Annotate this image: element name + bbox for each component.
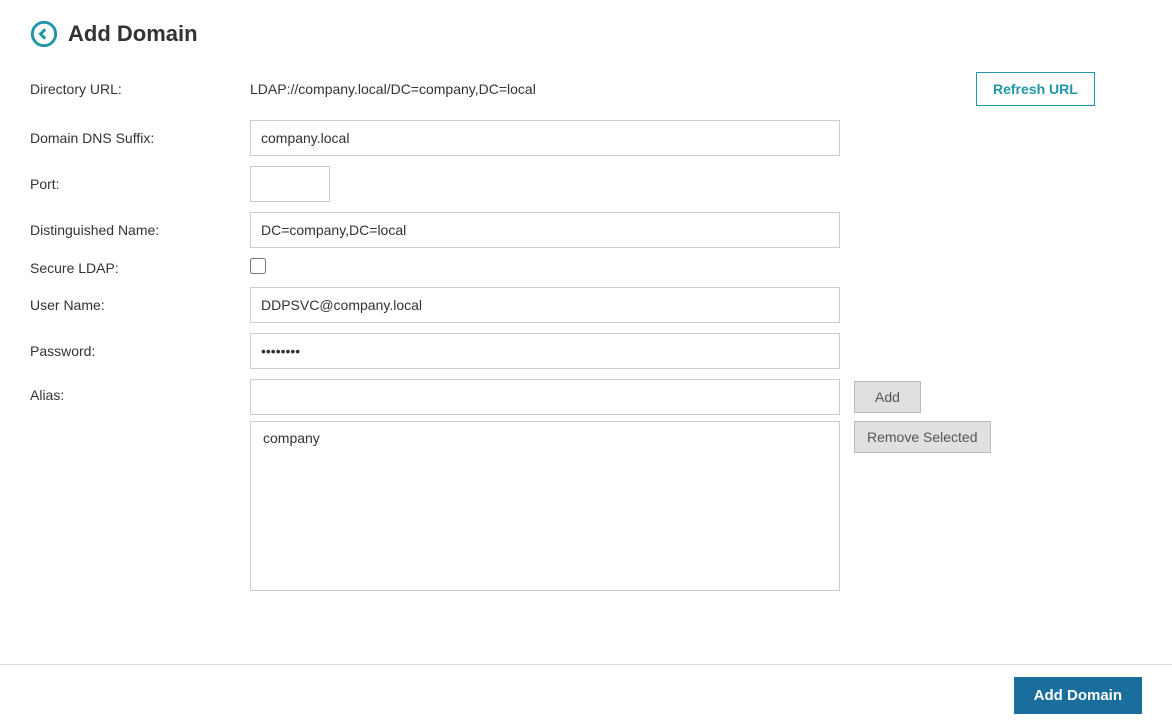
secure-ldap-row: Secure LDAP: — [30, 258, 1142, 277]
domain-dns-input[interactable] — [250, 120, 840, 156]
directory-url-row: Directory URL: LDAP://company.local/DC=c… — [30, 72, 1142, 106]
domain-dns-input-wrapper — [250, 120, 962, 156]
page-header: Add Domain — [30, 20, 1142, 48]
alias-section: Add company Remove Selected — [250, 379, 991, 591]
alias-listbox-row: company Remove Selected — [250, 421, 991, 591]
port-input-wrapper — [250, 166, 962, 202]
bottom-bar: Add Domain — [0, 664, 1172, 726]
refresh-url-button[interactable]: Refresh URL — [976, 72, 1095, 106]
remove-selected-button[interactable]: Remove Selected — [854, 421, 991, 453]
page-title: Add Domain — [68, 21, 198, 47]
username-row: User Name: — [30, 287, 1142, 323]
directory-url-value: LDAP://company.local/DC=company,DC=local — [250, 81, 962, 97]
alias-listbox[interactable]: company — [250, 421, 840, 591]
alias-row: Alias: Add company Remove Selected — [30, 379, 1142, 591]
username-label: User Name: — [30, 297, 250, 313]
password-row: Password: — [30, 333, 1142, 369]
port-input[interactable] — [250, 166, 330, 202]
distinguished-name-row: Distinguished Name: — [30, 212, 1142, 248]
port-label: Port: — [30, 176, 250, 192]
password-input[interactable] — [250, 333, 840, 369]
alias-input[interactable] — [250, 379, 840, 415]
alias-input-row: Add — [250, 379, 991, 415]
directory-url-label: Directory URL: — [30, 81, 250, 97]
password-input-wrapper — [250, 333, 962, 369]
list-item[interactable]: company — [259, 428, 831, 448]
username-input[interactable] — [250, 287, 840, 323]
secure-ldap-checkbox-wrapper — [250, 258, 962, 277]
username-input-wrapper — [250, 287, 962, 323]
domain-dns-label: Domain DNS Suffix: — [30, 130, 250, 146]
page-container: Add Domain Directory URL: LDAP://company… — [0, 0, 1172, 617]
secure-ldap-checkbox[interactable] — [250, 258, 266, 274]
add-domain-button[interactable]: Add Domain — [1014, 677, 1142, 714]
domain-dns-row: Domain DNS Suffix: — [30, 120, 1142, 156]
back-icon[interactable] — [30, 20, 58, 48]
distinguished-name-input[interactable] — [250, 212, 840, 248]
form: Directory URL: LDAP://company.local/DC=c… — [30, 72, 1142, 591]
distinguished-name-label: Distinguished Name: — [30, 222, 250, 238]
add-alias-button[interactable]: Add — [854, 381, 921, 413]
alias-label: Alias: — [30, 379, 250, 403]
port-row: Port: — [30, 166, 1142, 202]
distinguished-name-input-wrapper — [250, 212, 962, 248]
refresh-url-action: Refresh URL — [962, 72, 1142, 106]
secure-ldap-label: Secure LDAP: — [30, 260, 250, 276]
password-label: Password: — [30, 343, 250, 359]
